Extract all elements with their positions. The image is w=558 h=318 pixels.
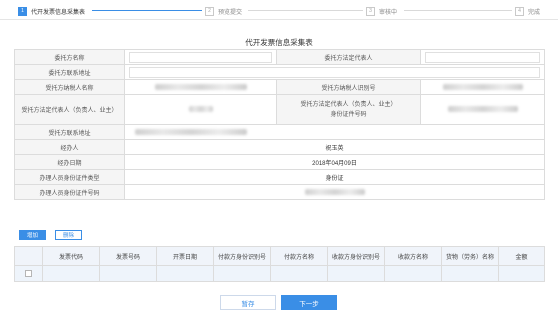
next-step-button[interactable]: 下一步 [281, 295, 337, 310]
entrustor-address-label: 委托方联系地址 [14, 64, 125, 80]
trustee-legal-rep-id-label: 受托方法定代表人（负责人、业主） 身份证件号码 [276, 94, 421, 125]
entrustor-name-cell [124, 49, 277, 65]
entrustor-legal-rep-input[interactable] [425, 51, 540, 63]
step-connector-2 [248, 10, 363, 11]
trustee-legal-rep-value [124, 94, 277, 125]
table-cell[interactable] [99, 265, 157, 282]
handler-id-number-value [124, 184, 545, 200]
trustee-legal-rep-id-label-line2: 身份证件号码 [330, 111, 367, 118]
add-button[interactable]: 增加 [19, 230, 46, 240]
column-header: 开票日期 [156, 246, 214, 266]
step-1-label: 代开发票信息采集表 [31, 9, 86, 16]
redacted-value [304, 188, 365, 195]
redacted-value [154, 83, 247, 90]
handle-date-value: 2018年04月09日 [124, 154, 545, 170]
column-header: 收款方身份识别号 [327, 246, 385, 266]
handle-date-label: 经办日期 [14, 154, 125, 170]
redacted-value [188, 106, 213, 113]
trustee-legal-rep-id-label-line1: 受托方法定代表人（负责人、业主） [300, 101, 397, 108]
step-4-label: 完成 [528, 9, 541, 16]
step-3-label: 审核中 [379, 9, 398, 16]
step-2-label: 预览提交 [218, 9, 243, 16]
trustee-id-number-value [420, 94, 545, 125]
trustee-taxpayer-id-value [420, 79, 545, 95]
entrustor-legal-rep-cell [420, 49, 545, 65]
handler-value: 祝玉英 [124, 139, 545, 155]
column-header: 金额 [498, 246, 545, 266]
trustee-name-value [124, 79, 277, 95]
handler-id-type-value: 身份证 [124, 169, 545, 185]
entrustor-address-input[interactable] [129, 66, 540, 78]
step-2: 2 预览提交 [205, 6, 242, 16]
table-cell[interactable] [441, 265, 499, 282]
handler-id-type-label: 办理人员身份证件类型 [14, 169, 125, 185]
trustee-name-label: 受托方纳税人名称 [14, 79, 125, 95]
delete-button[interactable]: 删除 [55, 230, 82, 240]
column-header: 货物（劳务）名称 [441, 246, 499, 266]
handler-label: 经办人 [14, 139, 125, 155]
trustee-address-value [124, 124, 545, 140]
table-cell[interactable] [384, 265, 442, 282]
step-1-number: 1 [18, 6, 27, 16]
entrustor-legal-rep-label: 委托方法定代表人 [276, 49, 421, 65]
table-cell[interactable] [270, 265, 328, 282]
column-header: 发票代码 [42, 246, 100, 266]
entrustor-address-cell [124, 64, 545, 80]
table-cell[interactable] [498, 265, 545, 282]
collection-form: 委托方名称 委托方法定代表人 委托方联系地址 受托方纳税人名称 受托方纳税人识别… [14, 49, 545, 200]
column-header: 发票号码 [99, 246, 157, 266]
handler-id-number-label: 办理人员身份证件号码 [14, 184, 125, 200]
row-checkbox[interactable] [25, 269, 32, 277]
column-header: 付款方名称 [270, 246, 328, 266]
step-4: 4 完成 [515, 6, 540, 16]
trustee-legal-rep-label: 受托方法定代表人（负责人、业主） [14, 94, 125, 125]
redacted-value [442, 83, 523, 90]
invoice-table-header: 发票代码 发票号码 开票日期 付款方身份识别号 付款方名称 收款方身份识别号 收… [14, 246, 545, 266]
trustee-taxpayer-id-label: 受托方纳税人识别号 [276, 79, 421, 95]
table-cell[interactable] [156, 265, 214, 282]
column-header: 收款方名称 [384, 246, 442, 266]
column-header: 付款方身份识别号 [213, 246, 271, 266]
row-checkbox-cell [14, 265, 43, 282]
step-1: 1 代开发票信息采集表 [18, 6, 85, 16]
invoice-table: 发票代码 发票号码 开票日期 付款方身份识别号 付款方名称 收款方身份识别号 收… [14, 246, 545, 282]
form-title: 代开发票信息采集表 [245, 38, 313, 47]
entrustor-name-label: 委托方名称 [14, 49, 125, 65]
redacted-value [447, 106, 518, 113]
step-2-number: 2 [205, 6, 214, 16]
table-cell[interactable] [327, 265, 385, 282]
table-row [14, 265, 545, 282]
table-cell[interactable] [42, 265, 100, 282]
select-all-header [14, 246, 43, 266]
step-4-number: 4 [515, 6, 524, 16]
trustee-address-label: 受托方联系地址 [14, 124, 125, 140]
entrustor-name-input[interactable] [129, 51, 272, 63]
progress-stepper: 1 代开发票信息采集表 2 预览提交 3 审核中 4 完成 [0, 0, 558, 20]
step-connector-1 [92, 10, 202, 11]
step-3: 3 审核中 [366, 6, 397, 16]
save-draft-button[interactable]: 暂存 [220, 295, 276, 310]
table-cell[interactable] [213, 265, 271, 282]
redacted-value [135, 128, 247, 135]
step-connector-3 [404, 10, 512, 11]
step-3-number: 3 [366, 6, 375, 16]
